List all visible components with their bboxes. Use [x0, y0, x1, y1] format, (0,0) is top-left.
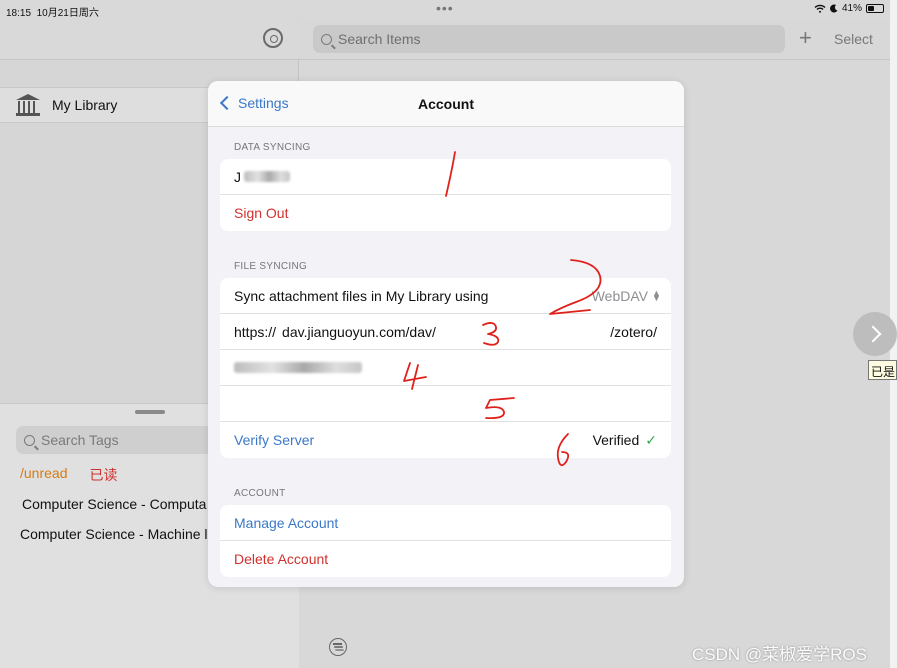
battery-percent: 41% — [841, 3, 862, 14]
battery-icon — [866, 4, 884, 13]
verified-label: Verified — [592, 431, 640, 448]
next-page-button[interactable] — [853, 312, 897, 356]
add-item-button[interactable]: + — [799, 27, 812, 49]
wifi-icon — [814, 4, 826, 13]
file-syncing-group: Sync attachment files in My Library usin… — [220, 278, 671, 458]
tag-chip-unread[interactable]: /unread — [20, 465, 67, 485]
sync-method-label: Sync attachment files in My Library usin… — [234, 287, 489, 304]
sync-method-row[interactable]: Sync attachment files in My Library usin… — [220, 278, 671, 314]
account-group: Manage Account Delete Account — [220, 505, 671, 577]
moon-icon — [830, 4, 838, 13]
search-icon — [24, 434, 35, 446]
select-button[interactable]: Select — [834, 31, 873, 47]
tag-search-input[interactable]: Search Tags — [16, 426, 216, 454]
sync-method-value: WebDAV — [591, 287, 648, 304]
tag-chips: /unread 已读 — [20, 465, 117, 485]
multitasking-dots[interactable]: ••• — [436, 0, 454, 16]
webdav-url-row[interactable]: https:// dav.jianguoyun.com/dav/ /zotero… — [220, 314, 671, 350]
tag-item[interactable]: Computer Science - Computa — [22, 496, 206, 512]
delete-account-button[interactable]: Delete Account — [220, 541, 671, 577]
username-redacted — [244, 171, 290, 182]
url-suffix: /zotero/ — [610, 323, 657, 340]
search-icon — [321, 33, 332, 45]
status-bar: 18:15 10月21日周六 ••• 41% — [0, 0, 890, 20]
username-text: J — [234, 168, 241, 185]
chevron-updown-icon: ▲ ▼ — [652, 287, 661, 303]
data-syncing-header: DATA SYNCING — [234, 142, 311, 153]
library-label: My Library — [52, 97, 118, 113]
settings-gear-icon[interactable] — [263, 28, 283, 48]
url-prefix: https:// — [234, 323, 277, 340]
data-syncing-group: J Sign Out — [220, 159, 671, 231]
tag-search-placeholder: Search Tags — [41, 432, 119, 448]
library-icon — [16, 94, 40, 116]
tag-chip-read[interactable]: 已读 — [89, 465, 117, 485]
sync-method-picker[interactable]: WebDAV ▲ ▼ — [591, 287, 661, 304]
webdav-username-field[interactable] — [220, 350, 671, 386]
verify-server-button[interactable]: Verify Server — [234, 432, 314, 448]
drag-handle[interactable] — [135, 410, 165, 414]
verify-row: Verify Server Verified ✓ — [220, 422, 671, 458]
filter-icon[interactable] — [329, 638, 347, 656]
sign-out-button[interactable]: Sign Out — [220, 195, 671, 231]
watermark: CSDN @菜椒爱学ROS — [692, 645, 867, 664]
url-host-field[interactable]: dav.jianguoyun.com/dav/ — [282, 324, 436, 340]
username-row: J — [220, 159, 671, 195]
file-syncing-header: FILE SYNCING — [234, 261, 308, 272]
search-items-input[interactable]: Search Items — [313, 25, 785, 53]
modal-title: Account — [418, 96, 474, 112]
search-items-placeholder: Search Items — [338, 31, 421, 47]
modal-navbar: Settings Account — [208, 81, 684, 127]
status-time: 18:15 10月21日周六 — [6, 8, 99, 19]
webdav-password-field[interactable] — [220, 386, 671, 422]
account-header: ACCOUNT — [234, 488, 286, 499]
verified-status: Verified ✓ — [593, 432, 657, 449]
tooltip: 已是 — [868, 360, 897, 380]
status-date: 10月21日周六 — [36, 8, 99, 19]
sidebar-toolbar — [0, 20, 299, 60]
ipad-screen: 18:15 10月21日周六 ••• 41% My Library Search… — [0, 0, 890, 668]
account-modal: Settings Account DATA SYNCING J Sign Out… — [208, 81, 684, 587]
checkmark-icon: ✓ — [645, 431, 657, 448]
webdav-username-redacted — [234, 362, 362, 373]
manage-account-button[interactable]: Manage Account — [220, 505, 671, 541]
status-right: 41% — [814, 3, 884, 14]
items-toolbar: Search Items + Select — [299, 20, 890, 60]
tag-item[interactable]: Computer Science - Machine l — [20, 526, 208, 542]
